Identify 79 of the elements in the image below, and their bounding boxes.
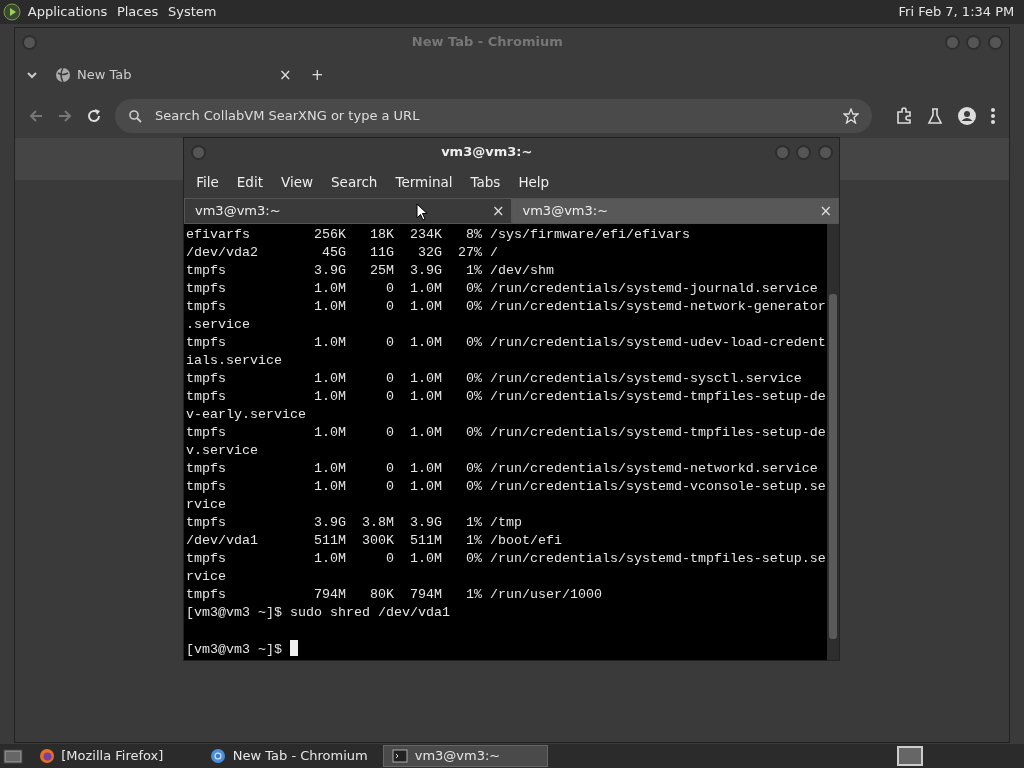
panel-menu[interactable]: Applications bbox=[24, 2, 111, 22]
taskbar-item[interactable]: vm3@vm3:~ bbox=[383, 745, 549, 767]
menu-item[interactable]: Search bbox=[322, 171, 387, 193]
tab-close-button[interactable]: × bbox=[278, 67, 292, 83]
tab-close-button[interactable]: × bbox=[819, 203, 832, 219]
window-title: New Tab - Chromium bbox=[410, 33, 564, 52]
menu-item[interactable]: Edit bbox=[227, 171, 272, 193]
taskbar-label: New Tab - Chromium bbox=[232, 747, 368, 766]
taskbar-label: [Mozilla Firefox] bbox=[61, 747, 164, 766]
profile-icon[interactable] bbox=[957, 106, 977, 126]
workspace-switcher[interactable] bbox=[896, 746, 923, 766]
menu-icon[interactable] bbox=[990, 107, 996, 125]
window-control-button[interactable] bbox=[817, 144, 833, 160]
taskbar-item[interactable]: New Tab - Chromium bbox=[201, 745, 377, 767]
terminal-line: tmpfs 1.0M 0 1.0M 0% /run/credentials/systemd-networkd.service bbox=[186, 461, 818, 476]
terminal-line: tmpfs 1.0M 0 1.0M 0% /run/credentials/systemd-sysctl.service bbox=[186, 371, 802, 386]
tab-title: New Tab bbox=[77, 66, 133, 85]
address-bar[interactable]: Search CollabVM SearXNG or type a URL bbox=[115, 99, 872, 133]
mouse-pointer-icon bbox=[416, 203, 428, 221]
terminal-line: /dev/vda1 511M 300K 511M 1% /boot/efi bbox=[186, 533, 562, 548]
window-title: vm3@vm3:~ bbox=[440, 143, 534, 162]
terminal-line: rvice bbox=[186, 569, 226, 584]
terminal-line: tmpfs 3.9G 3.8M 3.9G 1% /tmp bbox=[186, 515, 522, 530]
forward-button[interactable] bbox=[57, 108, 73, 124]
terminal-prompt: [vm3@vm3 ~]$ bbox=[186, 642, 282, 657]
menu-item[interactable]: Help bbox=[509, 171, 559, 193]
tab-title: vm3@vm3:~ bbox=[522, 202, 609, 221]
terminal-line: tmpfs 794M 80K 794M 1% /run/user/1000 bbox=[186, 587, 602, 602]
show-desktop-icon[interactable] bbox=[3, 747, 24, 765]
new-tab-button[interactable]: + bbox=[311, 67, 324, 83]
terminal-line: ials.service bbox=[186, 353, 282, 368]
terminal-line: .service bbox=[186, 317, 250, 332]
terminal-line: tmpfs 3.9G 25M 3.9G 1% /dev/shm bbox=[186, 263, 554, 278]
terminal-line: v.service bbox=[186, 443, 258, 458]
scrollbar-thumb[interactable] bbox=[829, 294, 837, 639]
menu-item[interactable]: Terminal bbox=[386, 171, 462, 193]
search-icon bbox=[128, 109, 142, 123]
taskbar-label: vm3@vm3:~ bbox=[414, 747, 501, 766]
window-control-button[interactable] bbox=[966, 34, 981, 50]
terminal-line: [vm3@vm3 ~]$ sudo shred /dev/vda1 bbox=[186, 605, 450, 620]
panel-menu[interactable]: System bbox=[164, 2, 220, 22]
terminal-line: tmpfs 1.0M 0 1.0M 0% /run/credentials/systemd-vconsole-setup.se bbox=[186, 479, 826, 494]
panel-menu[interactable]: Places bbox=[113, 2, 162, 22]
clock: Fri Feb 7, 1:34 PM bbox=[898, 3, 1016, 22]
window-menu-button[interactable] bbox=[190, 144, 206, 160]
terminal-tab[interactable]: vm3@vm3:~ × bbox=[184, 198, 512, 224]
tab-close-button[interactable]: × bbox=[491, 203, 505, 219]
terminal-line: v-early.service bbox=[186, 407, 306, 422]
taskbar-item[interactable]: [Mozilla Firefox] bbox=[29, 745, 195, 767]
flask-icon[interactable] bbox=[926, 107, 944, 125]
terminal-line: tmpfs 1.0M 0 1.0M 0% /run/credentials/systemd-tmpfiles-setup.se bbox=[186, 551, 826, 566]
terminal-line: /dev/vda2 45G 11G 32G 27% / bbox=[186, 245, 498, 260]
back-button[interactable] bbox=[28, 108, 44, 124]
terminal-line: efivarfs 256K 18K 234K 8% /sys/firmware/efi/efivars bbox=[186, 227, 690, 242]
terminal-icon bbox=[392, 748, 409, 764]
fox-globe-icon bbox=[38, 748, 55, 764]
window-control-button[interactable] bbox=[944, 34, 960, 50]
window-control-button[interactable] bbox=[774, 144, 790, 160]
scrollbar[interactable] bbox=[827, 224, 839, 660]
menu-item[interactable]: View bbox=[272, 171, 323, 193]
window-menu-button[interactable] bbox=[21, 34, 37, 50]
menu-logo-icon[interactable] bbox=[3, 3, 22, 21]
terminal-line: tmpfs 1.0M 0 1.0M 0% /run/credentials/systemd-network-generator bbox=[186, 299, 826, 314]
terminal-line: tmpfs 1.0M 0 1.0M 0% /run/credentials/systemd-tmpfiles-setup-de bbox=[186, 425, 826, 440]
window-control-button[interactable] bbox=[987, 34, 1003, 50]
terminal-tab[interactable]: vm3@vm3:~ × bbox=[511, 198, 839, 224]
window-control-button[interactable] bbox=[796, 144, 811, 160]
terminal-line: tmpfs 1.0M 0 1.0M 0% /run/credentials/systemd-tmpfiles-setup-de bbox=[186, 389, 826, 404]
menu-item[interactable]: Tabs bbox=[461, 171, 510, 193]
terminal-line: tmpfs 1.0M 0 1.0M 0% /run/credentials/systemd-journald.service bbox=[186, 281, 818, 296]
tab-title: vm3@vm3:~ bbox=[195, 202, 281, 221]
chromium-icon bbox=[210, 748, 227, 764]
terminal-line: tmpfs 1.0M 0 1.0M 0% /run/credentials/systemd-udev-load-credent bbox=[186, 335, 826, 350]
bookmark-star-icon[interactable] bbox=[843, 108, 859, 124]
terminal-line: rvice bbox=[186, 497, 226, 512]
reload-button[interactable] bbox=[86, 108, 102, 124]
globe-icon bbox=[54, 67, 71, 83]
menu-item[interactable]: File bbox=[187, 171, 228, 193]
extensions-icon[interactable] bbox=[895, 107, 913, 125]
